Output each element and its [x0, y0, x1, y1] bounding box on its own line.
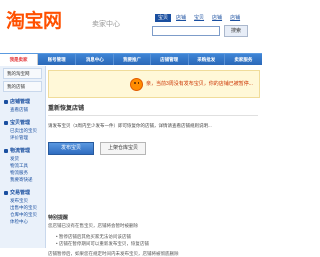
search-input[interactable]	[152, 26, 220, 36]
tips-title: 特别提醒	[48, 215, 69, 221]
nav-services[interactable]: 卖家服务	[225, 54, 262, 65]
warning-notice: 亲，当前3周没有发布宝贝，你的店铺已被暂停...	[48, 70, 260, 98]
sidebar-section-logistics: 物流管理 发货 物流工具 物流服务 我要寄快递	[0, 147, 45, 183]
button-row: 发布宝贝 上架仓库宝贝	[48, 142, 258, 155]
section-icon	[4, 191, 8, 195]
smiley-icon	[130, 78, 143, 91]
section-icon	[4, 100, 8, 104]
sidebar-link-view-shop[interactable]: 查看店铺	[0, 106, 45, 113]
search-tab-item[interactable]: 宝贝	[155, 14, 172, 22]
sidebar-link-logistics-service[interactable]: 物流服务	[0, 169, 45, 176]
main-nav: 我是卖家 账号管理 消息中心 我要推广 店铺管理 采购批发 卖家服务	[0, 53, 262, 65]
sidebar-section-label: 店铺管理	[10, 99, 31, 105]
sidebar-section-trade: 交易管理 发布宝贝 出售中的宝贝 仓库中的宝贝 体检中心	[0, 189, 45, 225]
section-icon	[4, 121, 8, 125]
sidebar-link-on-sale[interactable]: 出售中的宝贝	[0, 204, 45, 211]
search-tab-item-2[interactable]: 宝贝	[191, 14, 207, 22]
sidebar-link-ship[interactable]: 发货	[0, 155, 45, 162]
nav-shop[interactable]: 店铺管理	[151, 54, 189, 65]
sidebar-link-reviews[interactable]: 评价管理	[0, 134, 45, 141]
sidebar-link-sold[interactable]: 已卖出的宝贝	[0, 127, 45, 134]
restore-panel: 重新恢复店铺 请发布宝贝（3周内至少发布一件）即可恢复你的店铺，详情请查看店铺规…	[48, 104, 258, 155]
taobao-logo[interactable]: 淘宝网	[6, 12, 62, 31]
search-type-tabs: 宝贝 店铺 宝贝 店铺 店铺	[155, 14, 243, 22]
sidebar-section-title: 交易管理	[0, 189, 45, 197]
sidebar-section-items: 宝贝管理 已卖出的宝贝 评价管理	[0, 119, 45, 141]
nav-seller[interactable]: 我是卖家	[0, 54, 39, 65]
notice-text: 亲，当前3周没有发布宝贝，你的店铺已被暂停...	[146, 81, 253, 87]
list-warehouse-button[interactable]: 上架仓库宝贝	[100, 142, 146, 155]
seller-center-title: 卖家中心	[92, 21, 120, 28]
tips-section: 特别提醒 您店铺已没有在售宝贝，店铺将会暂时被删除 • 暂停店铺后其他买家无法访…	[48, 214, 258, 257]
panel-description: 请发布宝贝（3周内至少发布一件）即可恢复你的店铺，详情请查看店铺规则说明...	[48, 123, 212, 128]
sidebar-section-label: 物流管理	[10, 148, 31, 154]
divider	[48, 115, 258, 116]
sidebar-link-logistics-tools[interactable]: 物流工具	[0, 162, 45, 169]
sidebar-section-title: 物流管理	[0, 147, 45, 155]
search-tab-shop[interactable]: 店铺	[173, 14, 189, 22]
sidebar: 我的淘宝网 我的店铺 店铺管理 查看店铺 宝贝管理 已卖出的宝贝 评价管理 物流…	[0, 66, 46, 248]
sidebar-section-label: 交易管理	[10, 190, 31, 196]
sidebar-section-shop: 店铺管理 查看店铺	[0, 98, 45, 113]
bullet-text: 暂停店铺后其他买家无法访问该店铺	[58, 234, 131, 239]
header: 淘宝网 卖家中心 宝贝 店铺 宝贝 店铺 店铺 搜索	[0, 0, 262, 52]
nav-wholesale[interactable]: 采购批发	[189, 54, 225, 65]
sidebar-link-publish[interactable]: 发布宝贝	[0, 197, 45, 204]
nav-messages[interactable]: 消息中心	[76, 54, 115, 65]
tips-footer: 店铺暂停后，如果您在规定时间内未发布宝贝，店铺将被彻底删除	[48, 251, 179, 256]
sidebar-link-warehouse[interactable]: 仓库中的宝贝	[0, 211, 45, 218]
bullet-item: • 店铺在暂停期间可以重新发布宝贝，恢复店铺	[56, 241, 149, 246]
section-icon	[4, 149, 8, 153]
search-bar: 搜索	[152, 25, 248, 37]
sidebar-tab-my-shop[interactable]: 我的店铺	[3, 81, 42, 92]
tips-line: 您店铺已没有在售宝贝，店铺将会暂时被删除	[48, 223, 138, 228]
sidebar-section-label: 宝贝管理	[10, 120, 31, 126]
sidebar-section-title: 店铺管理	[0, 98, 45, 106]
sidebar-tab-my-taobao[interactable]: 我的淘宝网	[3, 68, 42, 79]
bullet-text: 店铺在暂停期间可以重新发布宝贝，恢复店铺	[58, 241, 149, 246]
tips-bullets: • 暂停店铺后其他买家无法访问该店铺 • 店铺在暂停期间可以重新发布宝贝，恢复店…	[48, 233, 258, 247]
sidebar-link-health[interactable]: 体检中心	[0, 218, 45, 225]
nav-account[interactable]: 账号管理	[38, 54, 77, 65]
main-content: 亲，当前3周没有发布宝贝，你的店铺已被暂停... 重新恢复店铺 请发布宝贝（3周…	[48, 66, 260, 256]
sidebar-link-express[interactable]: 我要寄快递	[0, 176, 45, 183]
search-tab-more[interactable]: 店铺	[227, 14, 243, 22]
nav-promote[interactable]: 我要推广	[114, 54, 151, 65]
publish-item-button[interactable]: 发布宝贝	[48, 142, 94, 155]
sidebar-section-title: 宝贝管理	[0, 119, 45, 127]
bullet-item: • 暂停店铺后其他买家无法访问该店铺	[56, 234, 131, 239]
search-button[interactable]: 搜索	[224, 25, 248, 37]
panel-title: 重新恢复店铺	[48, 106, 85, 112]
search-tab-shop-2[interactable]: 店铺	[209, 14, 225, 22]
